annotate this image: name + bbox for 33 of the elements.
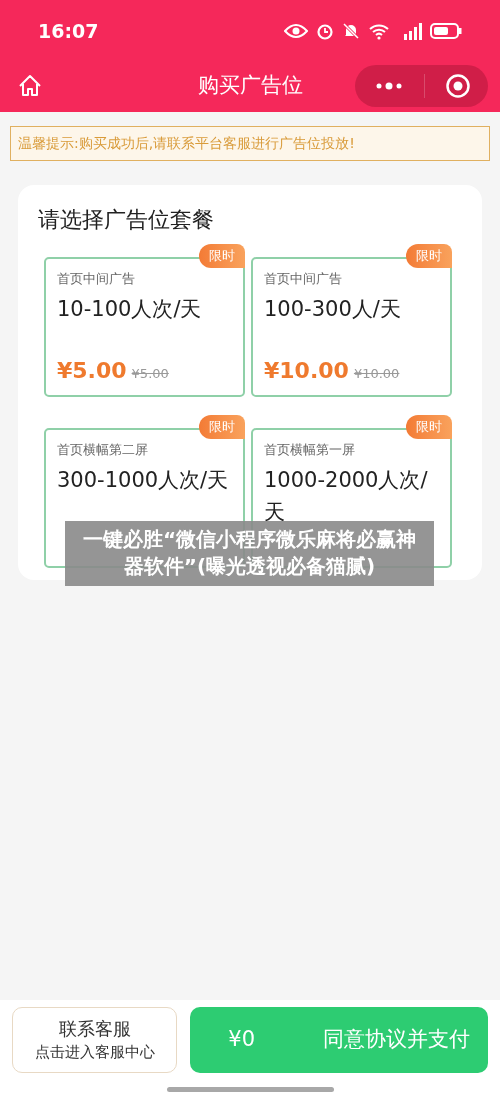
wifi-icon [368,22,390,40]
status-time: 16:07 [38,18,99,44]
more-icon[interactable] [375,82,403,90]
pay-label: 同意协议并支付 [323,1026,470,1054]
contact-title: 联系客服 [58,1017,131,1041]
limited-badge: 限时 [406,415,452,439]
limited-badge: 限时 [199,415,245,439]
package-category: 首页横幅第一屏 [264,441,356,459]
contact-button[interactable]: 联系客服 点击进入客服中心 [12,1007,178,1073]
eye-icon [284,23,308,39]
home-icon[interactable] [18,74,42,98]
caption-overlay: 一键必胜“微信小程序微乐麻将必赢神器软件”(曝光透视必备猫腻) [65,521,434,586]
package-name: 10-100人次/天 [57,295,203,323]
alarm-icon [316,22,334,40]
package-category: 首页中间广告 [57,270,136,288]
limited-badge: 限时 [199,244,245,268]
page-title: 购买广告位 [197,72,303,100]
close-icon[interactable] [445,73,471,99]
package-name: 300-1000人次/天 [57,466,230,494]
section-title: 请选择广告位套餐 [38,206,215,234]
package-category: 首页中间广告 [264,270,343,288]
package-price: ¥10.00 [264,357,349,385]
original-price: ¥10.00 [353,365,400,383]
notice-banner: 温馨提示:购买成功后,请联系平台客服进行广告位投放! [10,126,490,161]
bell-muted-icon [342,22,360,40]
contact-subtitle: 点击进入客服中心 [34,1042,155,1063]
original-price: ¥5.00 [131,365,169,383]
battery-icon [430,22,462,40]
total-price: ¥0 [228,1026,256,1054]
package-category: 首页横幅第二屏 [57,441,149,459]
package-price: ¥5.00 [57,357,127,385]
limited-badge: 限时 [406,244,452,268]
package-name: 100-300人/天 [264,295,402,323]
